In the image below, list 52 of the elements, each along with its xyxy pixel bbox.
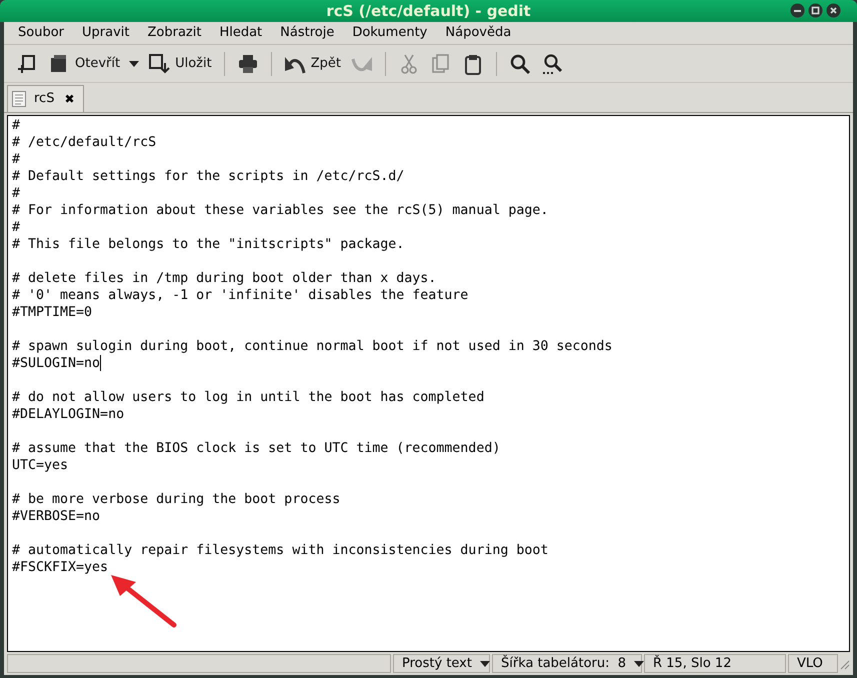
save-button[interactable]: Uložit bbox=[144, 48, 216, 78]
text-editor[interactable] bbox=[7, 115, 850, 652]
code-line: #FSCKFIX=yes bbox=[12, 559, 108, 576]
undo-button[interactable]: Zpět bbox=[280, 48, 345, 78]
code-line: UTC=yes bbox=[12, 457, 68, 474]
folder-button[interactable]: Otevřít bbox=[44, 48, 124, 78]
code-line: # bbox=[12, 185, 20, 202]
window-title: rcS (/etc/default) - gedit bbox=[326, 0, 531, 22]
menu-item[interactable]: Zobrazit bbox=[139, 21, 210, 45]
code-line: # automatically repair filesystems with inconsistencies during boot bbox=[12, 542, 548, 559]
insert-mode: VLO bbox=[788, 654, 838, 673]
menu-item[interactable]: Nástroje bbox=[272, 21, 342, 45]
code-line: # do not allow users to log in until the boot has completed bbox=[12, 389, 484, 406]
minimize-icon[interactable] bbox=[790, 3, 805, 18]
code-line: #VERBOSE=no bbox=[12, 508, 100, 525]
new-document-icon bbox=[16, 52, 38, 74]
code-line: # '0' means always, -1 or 'infinite' disables the feature bbox=[12, 287, 468, 304]
document-tab[interactable]: rcS ✖ bbox=[7, 85, 84, 112]
status-dropdown[interactable]: Šířka tabelátoru: 8 bbox=[492, 654, 642, 673]
caret-icon bbox=[634, 660, 644, 666]
printer-icon bbox=[236, 52, 259, 74]
find-replace-icon bbox=[540, 52, 563, 74]
code-line: # delete files in /tmp during boot older than x days. bbox=[12, 270, 436, 287]
code-line: # bbox=[12, 219, 20, 236]
menu-item[interactable]: Hledat bbox=[211, 21, 270, 45]
save-icon bbox=[148, 52, 170, 74]
code-line: #TMPTIME=0 bbox=[12, 304, 92, 321]
menu-item[interactable]: Upravit bbox=[74, 21, 138, 45]
code-line: # Default settings for the scripts in /etc/rcS.d/ bbox=[12, 168, 404, 185]
copy-icon bbox=[430, 52, 452, 74]
code-line: # assume that the BIOS clock is set to UTC time (recommended) bbox=[12, 440, 500, 457]
caret-icon bbox=[129, 60, 140, 66]
search-icon bbox=[508, 52, 531, 74]
code-line: # /etc/default/rcS bbox=[12, 134, 156, 151]
status-dropdown[interactable]: Prostý text bbox=[393, 654, 490, 673]
code-line: # bbox=[12, 117, 20, 134]
maximize-icon[interactable] bbox=[808, 3, 823, 18]
cursor-position: Ř 15, Slo 12 bbox=[644, 654, 786, 673]
menu-item[interactable]: Nápověda bbox=[437, 21, 520, 45]
code-line: # For information about these variables see the rcS(5) manual page. bbox=[12, 202, 548, 219]
code-line: # This file belongs to the "initscripts" package. bbox=[12, 236, 404, 253]
caret-icon bbox=[480, 660, 490, 666]
menu-item[interactable]: Dokumenty bbox=[344, 21, 436, 45]
code-line: # bbox=[12, 151, 20, 168]
close-icon[interactable] bbox=[826, 3, 841, 18]
code-line: #DELAYLOGIN=no bbox=[12, 406, 124, 423]
document-icon bbox=[12, 91, 26, 107]
code-line: # spawn sulogin during boot, continue normal boot if not used in 30 seconds bbox=[12, 338, 612, 355]
code-line: #SULOGIN=no bbox=[12, 355, 100, 372]
menu-item[interactable]: Soubor bbox=[10, 21, 72, 45]
close-tab-button[interactable]: ✖ bbox=[64, 90, 75, 108]
code-line: # be more verbose during the boot process bbox=[12, 491, 340, 508]
